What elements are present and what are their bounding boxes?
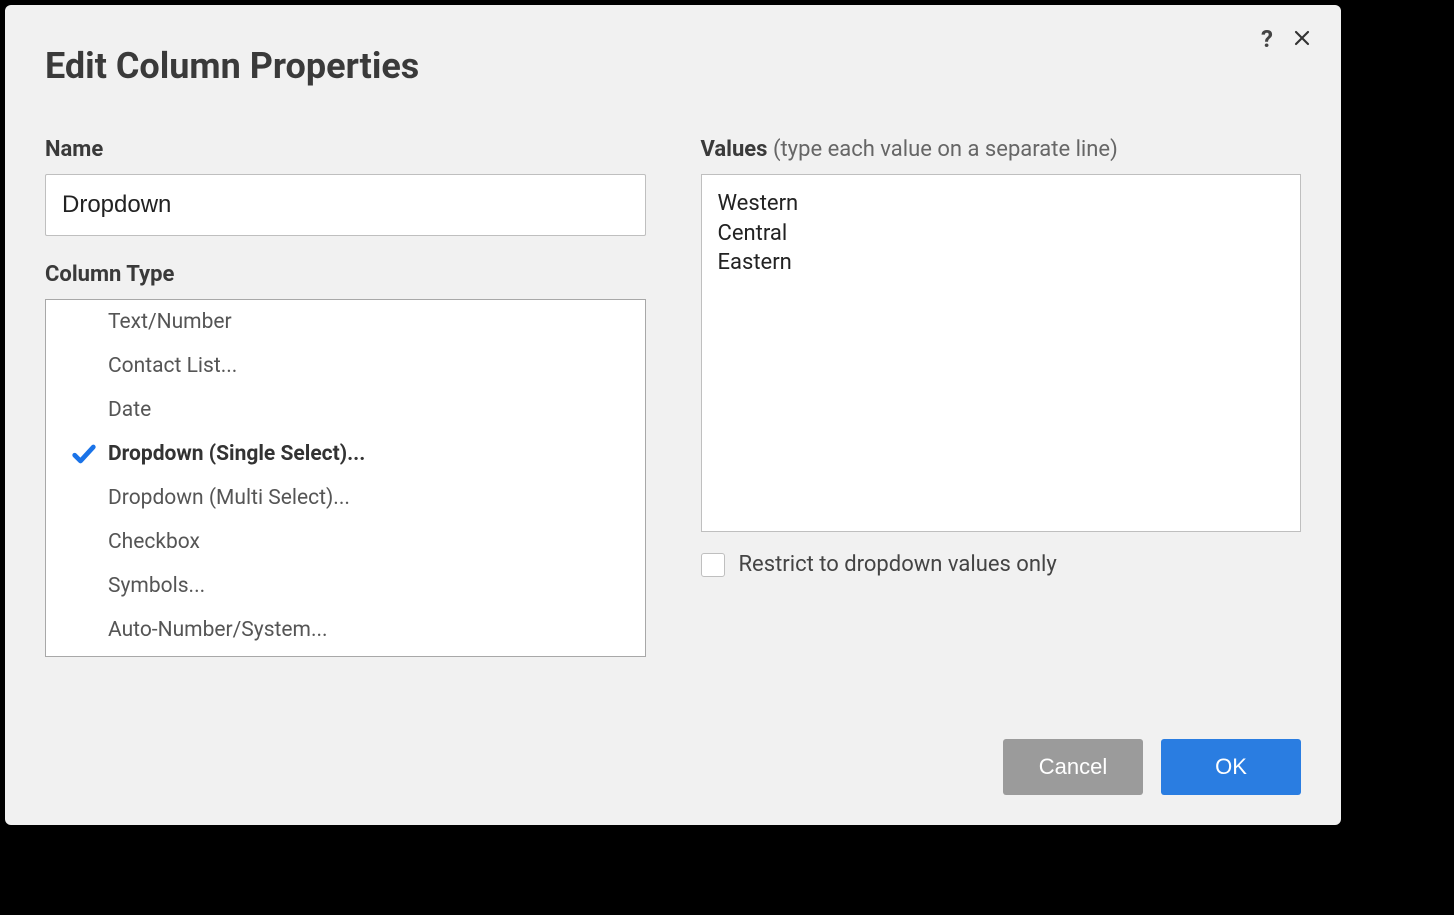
restrict-checkbox[interactable] [701, 553, 725, 577]
help-icon[interactable]: ? [1261, 27, 1273, 51]
restrict-row: Restrict to dropdown values only [701, 552, 1302, 577]
column-type-block: Column Type Text/Number Contact List... Da… [45, 262, 646, 657]
values-label: Values (type each value on a separate li… [701, 137, 1302, 162]
check-icon [60, 440, 108, 468]
edit-column-dialog: ? Edit Column Properties Name Column Typ… [5, 5, 1341, 825]
left-column: Name Column Type Text/Number Contact List… [45, 137, 646, 657]
column-type-option[interactable]: Date [46, 388, 645, 432]
column-type-option-label: Contact List... [108, 354, 237, 378]
values-textarea[interactable] [701, 174, 1302, 532]
dialog-header-icons: ? [1261, 27, 1311, 51]
column-type-option-label: Symbols... [108, 574, 205, 598]
column-type-option[interactable]: Contact List... [46, 344, 645, 388]
column-type-label: Column Type [45, 262, 646, 287]
name-label: Name [45, 137, 646, 162]
column-type-option-label: Dropdown (Single Select)... [108, 442, 365, 466]
column-type-option[interactable]: Checkbox [46, 520, 645, 564]
dialog-title: Edit Column Properties [45, 45, 1301, 87]
column-type-option[interactable]: Auto-Number/System... [46, 608, 645, 652]
footer-buttons: Cancel OK [1003, 739, 1301, 795]
restrict-label: Restrict to dropdown values only [739, 552, 1057, 577]
column-type-option[interactable]: Dropdown (Multi Select)... [46, 476, 645, 520]
close-icon[interactable] [1293, 27, 1311, 51]
values-hint: (type each value on a separate line) [773, 137, 1118, 162]
column-type-option-label: Dropdown (Multi Select)... [108, 486, 350, 510]
name-input[interactable] [45, 174, 646, 236]
cancel-button[interactable]: Cancel [1003, 739, 1143, 795]
column-type-option[interactable]: Dropdown (Single Select)... [46, 432, 645, 476]
ok-button[interactable]: OK [1161, 739, 1301, 795]
column-type-list[interactable]: Text/Number Contact List... Date Dropdown (… [45, 299, 646, 657]
column-type-option-label: Auto-Number/System... [108, 618, 328, 642]
column-type-option-label: Checkbox [108, 530, 200, 554]
values-label-text: Values [701, 137, 768, 162]
column-type-option-label: Text/Number [108, 310, 232, 334]
right-column: Values (type each value on a separate li… [701, 137, 1302, 657]
column-type-option[interactable]: Symbols... [46, 564, 645, 608]
column-type-option[interactable]: Text/Number [46, 300, 645, 344]
column-type-option-label: Date [108, 398, 151, 422]
content-row: Name Column Type Text/Number Contact List… [45, 137, 1301, 657]
